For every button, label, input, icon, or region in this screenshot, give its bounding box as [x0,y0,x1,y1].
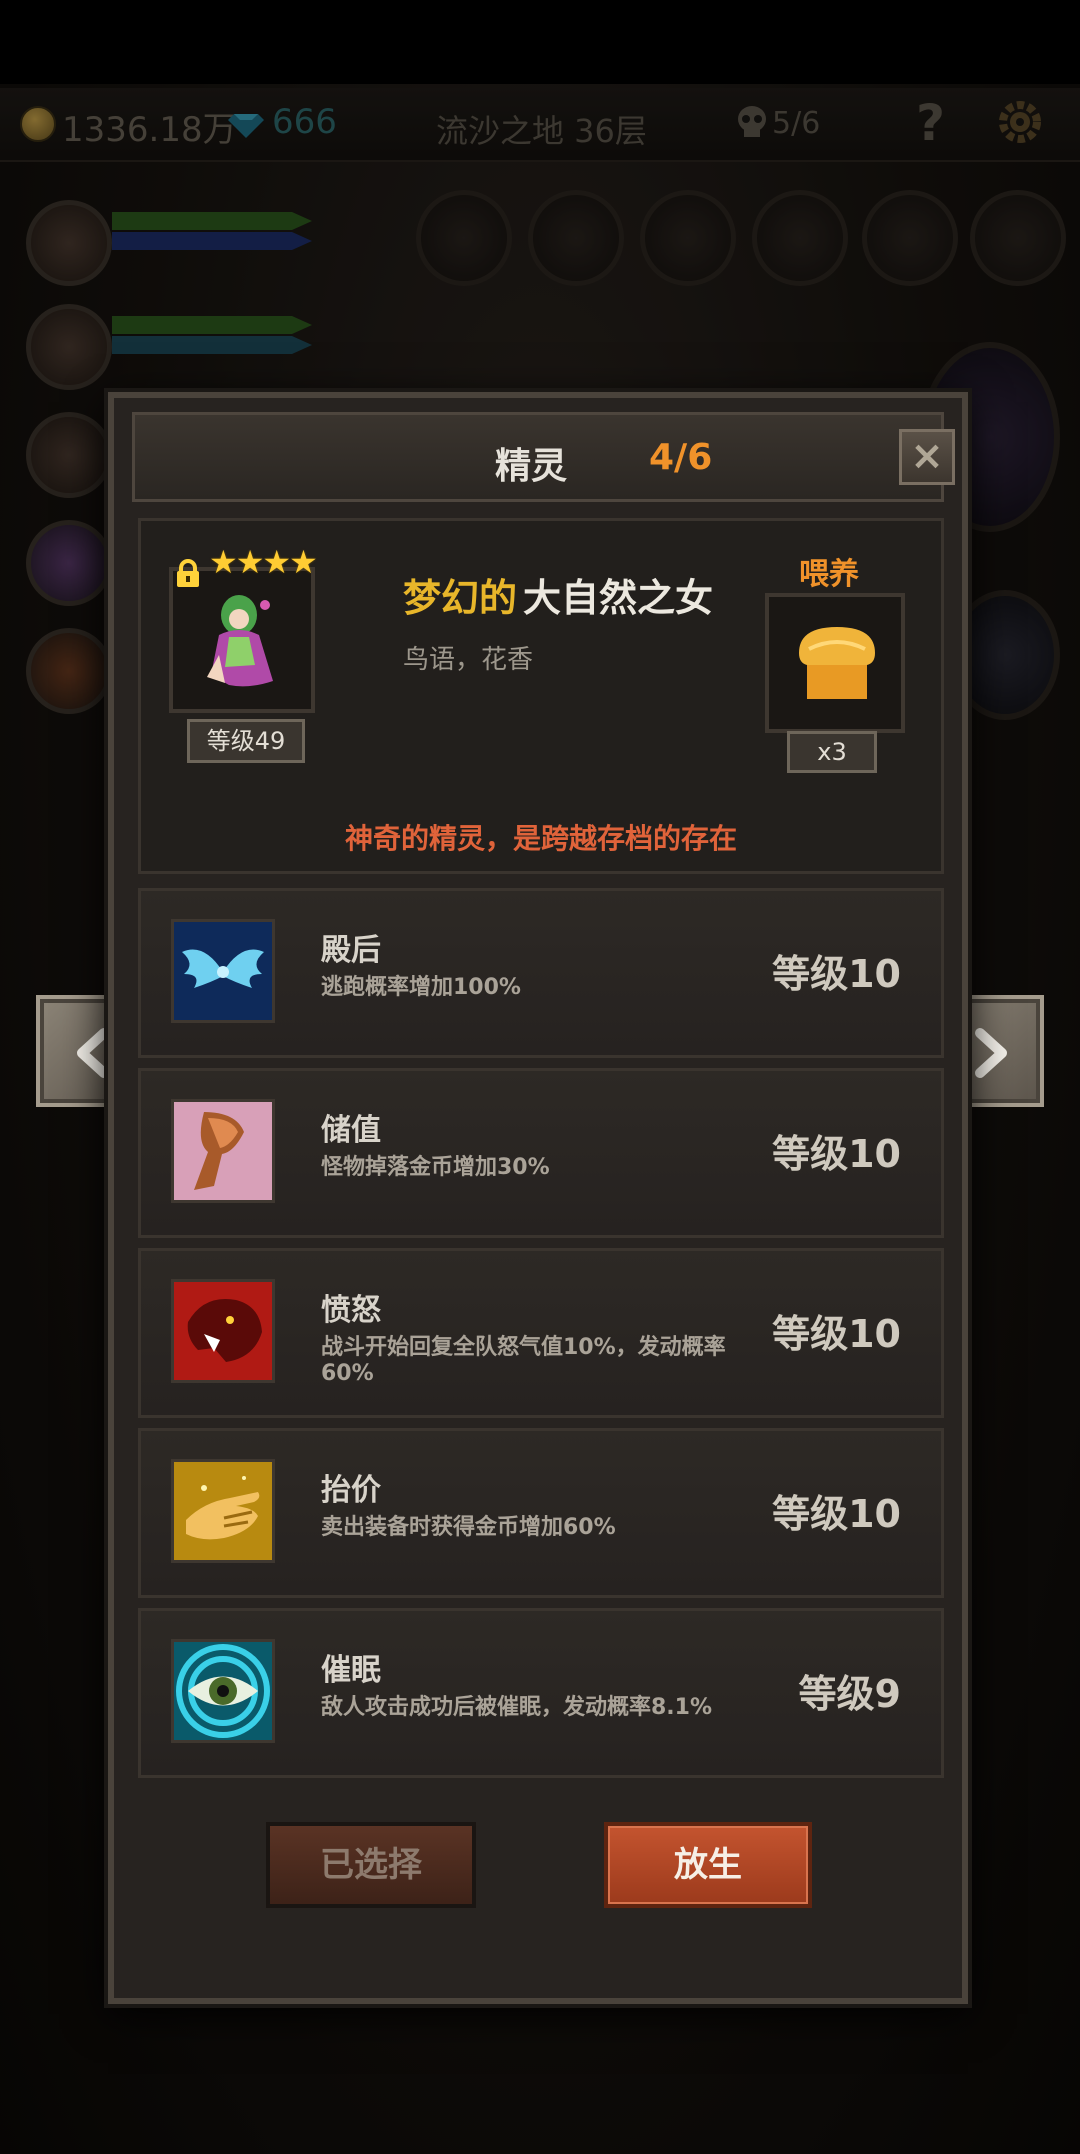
skill-name: 储值 [321,1113,381,1148]
spirit-description: 鸟语，花香 [403,645,534,675]
spirit-name-prefix: 梦幻的 [403,576,518,620]
goblet-icon [174,1102,272,1200]
skill-description: 卖出装备时获得金币增加60% [321,1515,616,1540]
skill-name: 催眠 [321,1653,381,1688]
skill-description: 战斗开始回复全队怒气值10%，发动概率60% [321,1335,726,1386]
lock-icon [177,559,199,587]
skill-row: 抬价 卖出装备时获得金币增加60% 等级10 [138,1428,944,1598]
skill-level: 等级9 [798,1672,901,1716]
spirit-note: 神奇的精灵，是跨越存档的存在 [344,822,737,855]
hand-icon [174,1462,272,1560]
spirit-level-badge: 等级49 [187,719,305,763]
chevron-right-icon [975,1028,1007,1078]
bread-icon [799,627,875,699]
feed-count: x3 [787,731,877,773]
skill-level: 等级10 [772,1312,901,1356]
feed-label: 喂养 [799,557,859,592]
skill-row: 催眠 敌人攻击成功后被催眠，发动概率8.1% 等级9 [138,1608,944,1778]
skill-name: 愤怒 [321,1293,381,1328]
close-button[interactable]: × [899,429,955,485]
star-rating: ★★★★ [209,543,318,581]
selected-button[interactable]: 已选择 [266,1822,476,1908]
skill-description: 逃跑概率增加100% [321,975,521,1000]
release-button[interactable]: 放生 [604,1822,812,1908]
eye-icon [174,1642,272,1740]
spirit-modal: 精灵 4/6 × ★★★★ 等级49 梦幻的 大自然之女 鸟语，花香 喂养 x3… [108,392,968,2004]
skill-level: 等级10 [772,1132,901,1176]
skill-level: 等级10 [772,952,901,996]
spirit-portrait [207,595,273,687]
spirit-name: 大自然之女 [523,576,714,620]
wings-icon [174,922,272,1020]
skill-row: 储值 怪物掉落金币增加30% 等级10 [138,1068,944,1238]
skill-name: 殿后 [321,933,381,968]
skill-row: 愤怒 战斗开始回复全队怒气值10%，发动概率60% 等级10 [138,1248,944,1418]
skill-description: 怪物掉落金币增加30% [321,1155,550,1180]
spirit-info-panel: ★★★★ 等级49 梦幻的 大自然之女 鸟语，花香 喂养 x3 神奇的精灵，是跨… [138,518,944,874]
status-bar [0,0,1080,84]
modal-header: 精灵 4/6 × [132,412,955,502]
feed-button[interactable] [765,593,905,733]
skill-level: 等级10 [772,1492,901,1536]
skill-name: 抬价 [321,1473,381,1508]
panther-icon [174,1282,272,1380]
skill-row: 殿后 逃跑概率增加100% 等级10 [138,888,944,1058]
spirit-count: 4/6 [649,437,713,478]
modal-title: 精灵 [495,446,568,487]
skill-description: 敌人攻击成功后被催眠，发动概率8.1% [321,1695,713,1720]
